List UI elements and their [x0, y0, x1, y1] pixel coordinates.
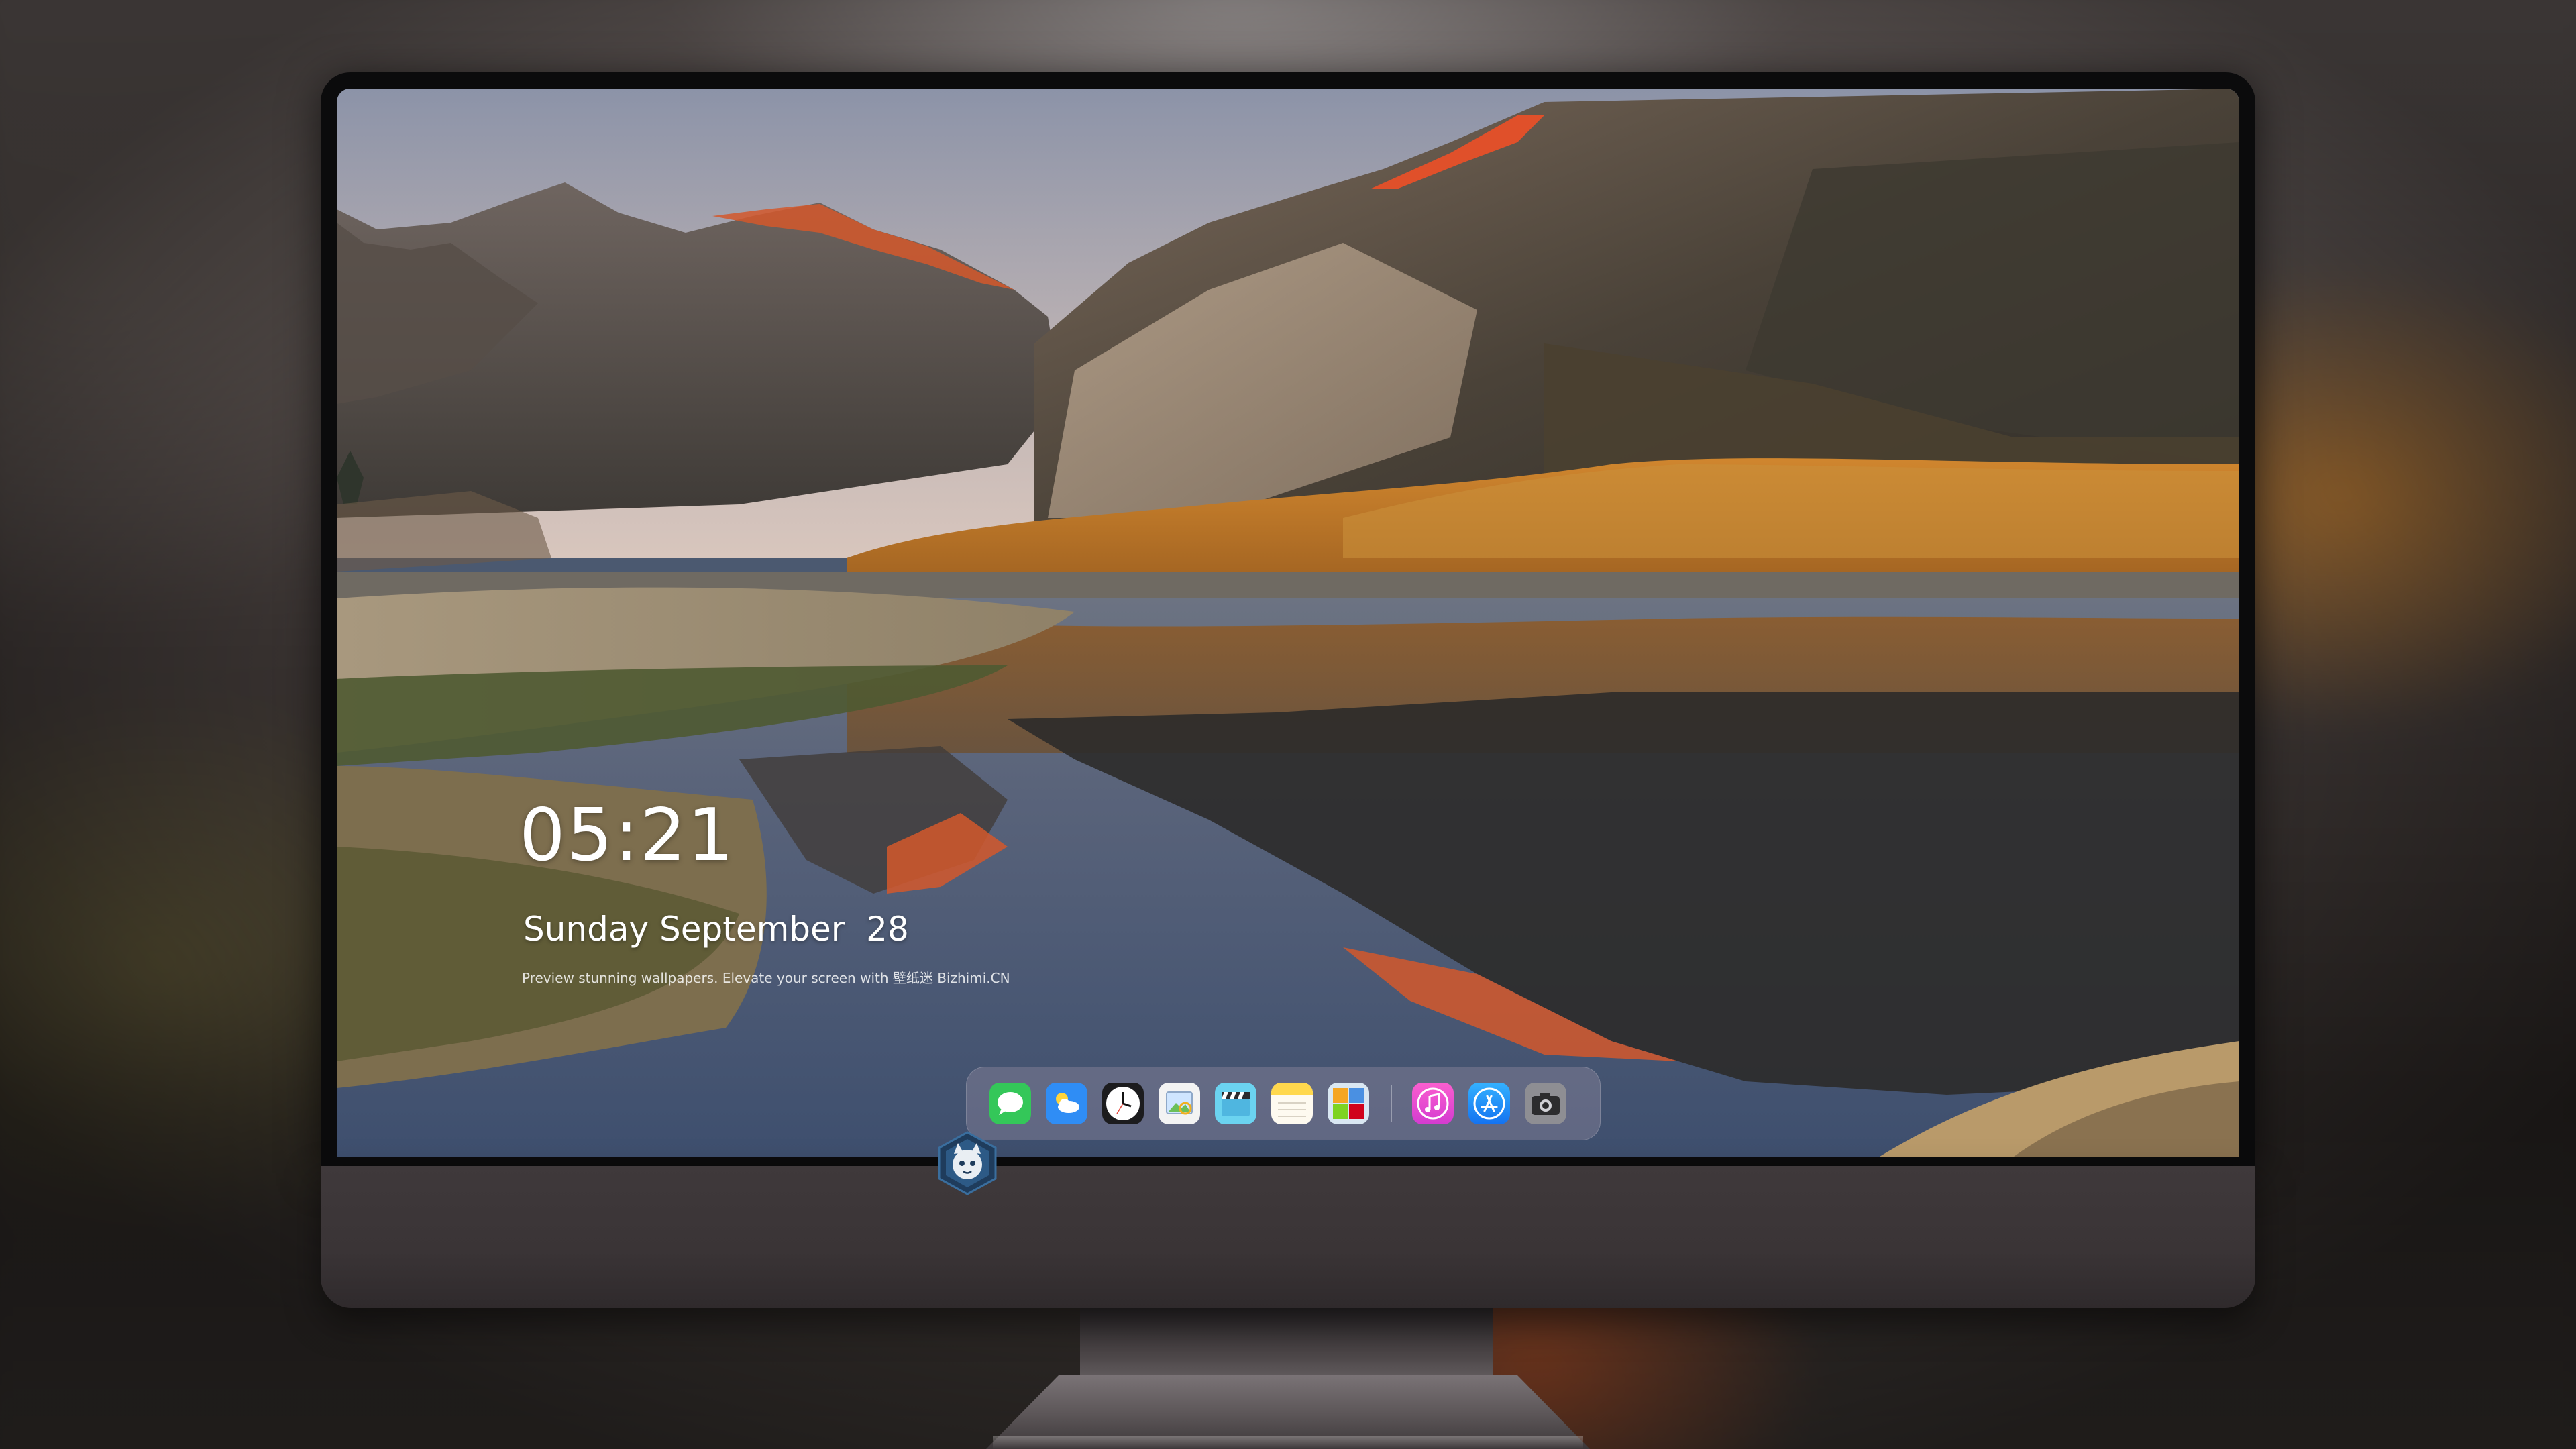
mascot-logo-icon — [938, 1131, 997, 1195]
dock — [966, 1067, 1601, 1140]
wallpaper-landscape — [337, 89, 2239, 1157]
notes-icon — [1271, 1083, 1313, 1117]
camera-icon — [1532, 1093, 1560, 1115]
photo-booth-icon — [1333, 1088, 1364, 1119]
dock-app-messages[interactable] — [989, 1083, 1031, 1124]
monitor-bezel: 05:21 Sunday September 28 Preview stunni… — [321, 72, 2255, 1166]
dock-app-clips[interactable] — [1215, 1083, 1256, 1124]
lock-screen-time: 05:21 — [519, 794, 735, 877]
dock-app-photo-booth[interactable] — [1328, 1083, 1369, 1124]
monitor-stand-highlight — [993, 1436, 1583, 1449]
dock-app-camera[interactable] — [1525, 1083, 1566, 1124]
dock-app-weather[interactable] — [1046, 1083, 1087, 1124]
monitor: 05:21 Sunday September 28 Preview stunni… — [321, 72, 2255, 1308]
dock-app-preview[interactable] — [1159, 1083, 1200, 1124]
dock-app-clock[interactable] — [1102, 1083, 1144, 1124]
lock-screen-date: Sunday September 28 — [523, 910, 909, 949]
dock-app-app-store[interactable] — [1468, 1083, 1510, 1124]
lock-screen-tagline: Preview stunning wallpapers. Elevate you… — [522, 970, 1010, 986]
music-icon — [1417, 1087, 1449, 1120]
dock-separator — [1391, 1085, 1392, 1122]
lock-screen[interactable]: 05:21 Sunday September 28 Preview stunni… — [337, 89, 2239, 1157]
clips-icon — [1222, 1092, 1250, 1116]
clock-icon — [1106, 1087, 1140, 1120]
app-store-icon — [1473, 1087, 1505, 1120]
messages-icon — [998, 1092, 1023, 1115]
dock-app-music[interactable] — [1412, 1083, 1454, 1124]
monitor-chin — [321, 1166, 2255, 1308]
preview-icon — [1166, 1091, 1193, 1115]
weather-icon — [1056, 1093, 1079, 1113]
dock-app-notes[interactable] — [1271, 1083, 1313, 1124]
wallpaper-preview-scene: 05:21 Sunday September 28 Preview stunni… — [0, 0, 2576, 1449]
